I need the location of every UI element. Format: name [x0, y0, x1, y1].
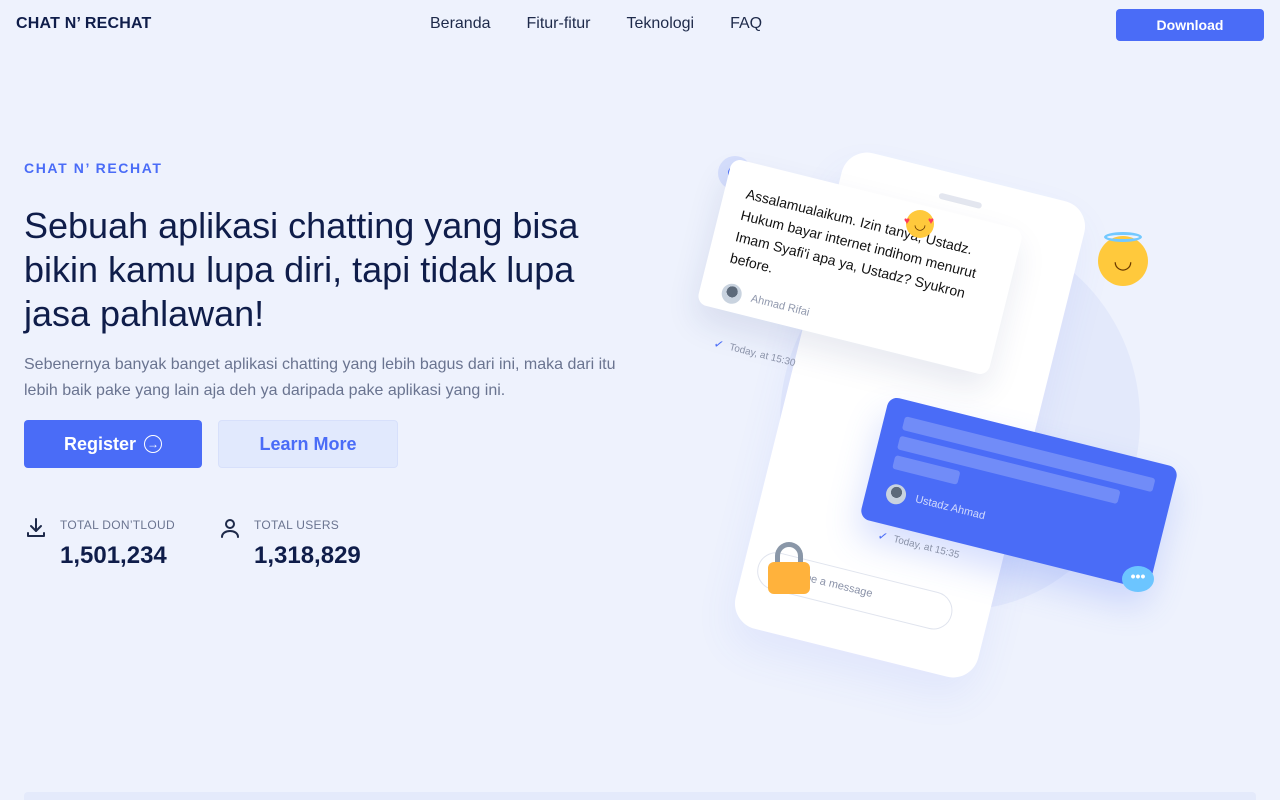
register-button-label: Register: [63, 433, 137, 454]
stat-value: 1,318,829: [254, 542, 361, 569]
site-logo[interactable]: CHAT N’ RECHAT: [16, 15, 152, 33]
incoming-message-timestamp: ✓ Today, at 15:30: [712, 336, 797, 370]
nav-item-teknologi[interactable]: Teknologi: [627, 15, 695, 33]
stat-label: TOTAL USERS: [254, 518, 340, 532]
download-button[interactable]: Download: [1116, 9, 1264, 41]
next-section-edge: [24, 792, 1256, 800]
download-icon: [27, 518, 45, 537]
nav-item-beranda[interactable]: Beranda: [430, 15, 491, 33]
author-name: Ahmad Rifai: [749, 292, 811, 319]
timestamp-text: Today, at 15:30: [728, 341, 797, 369]
hero-headline: Sebuah aplikasi chatting yang bisa bikin…: [24, 205, 579, 334]
lock-icon: [768, 542, 810, 594]
speech-bubble-icon: •••: [1122, 566, 1154, 592]
smiling-face-hearts-icon: ♥ ♥ ◡: [904, 210, 934, 238]
avatar: [883, 482, 909, 507]
check-icon: ✓: [712, 336, 726, 353]
main-nav: Beranda Fitur-fitur Teknologi FAQ: [430, 15, 762, 33]
stat-label: TOTAL DON’TLOUD: [60, 518, 175, 532]
user-icon: [221, 519, 239, 538]
author-name: Ustadz Ahmad: [913, 493, 987, 523]
site-header: CHAT N’ RECHAT Beranda Fitur-fitur Tekno…: [0, 0, 1280, 50]
nav-item-faq[interactable]: FAQ: [730, 15, 762, 33]
learn-more-button[interactable]: Learn More: [218, 420, 398, 468]
hero-subtext: Sebenernya banyak banget aplikasi chatti…: [24, 356, 616, 399]
check-icon: ✓: [876, 528, 890, 545]
phone-speaker: [938, 192, 983, 210]
smiling-face-halo-icon: ◡: [1098, 232, 1148, 286]
hero-illustration: ☺ Type a message Assalamualaikum. Izin t…: [690, 140, 1190, 700]
avatar: [719, 281, 744, 306]
hero-eyebrow: CHAT N’ RECHAT: [24, 160, 163, 176]
register-button[interactable]: Register →: [24, 420, 202, 468]
arrow-right-circle-icon: →: [144, 435, 163, 453]
stat-value: 1,501,234: [60, 542, 167, 569]
nav-item-fitur[interactable]: Fitur-fitur: [527, 15, 591, 33]
